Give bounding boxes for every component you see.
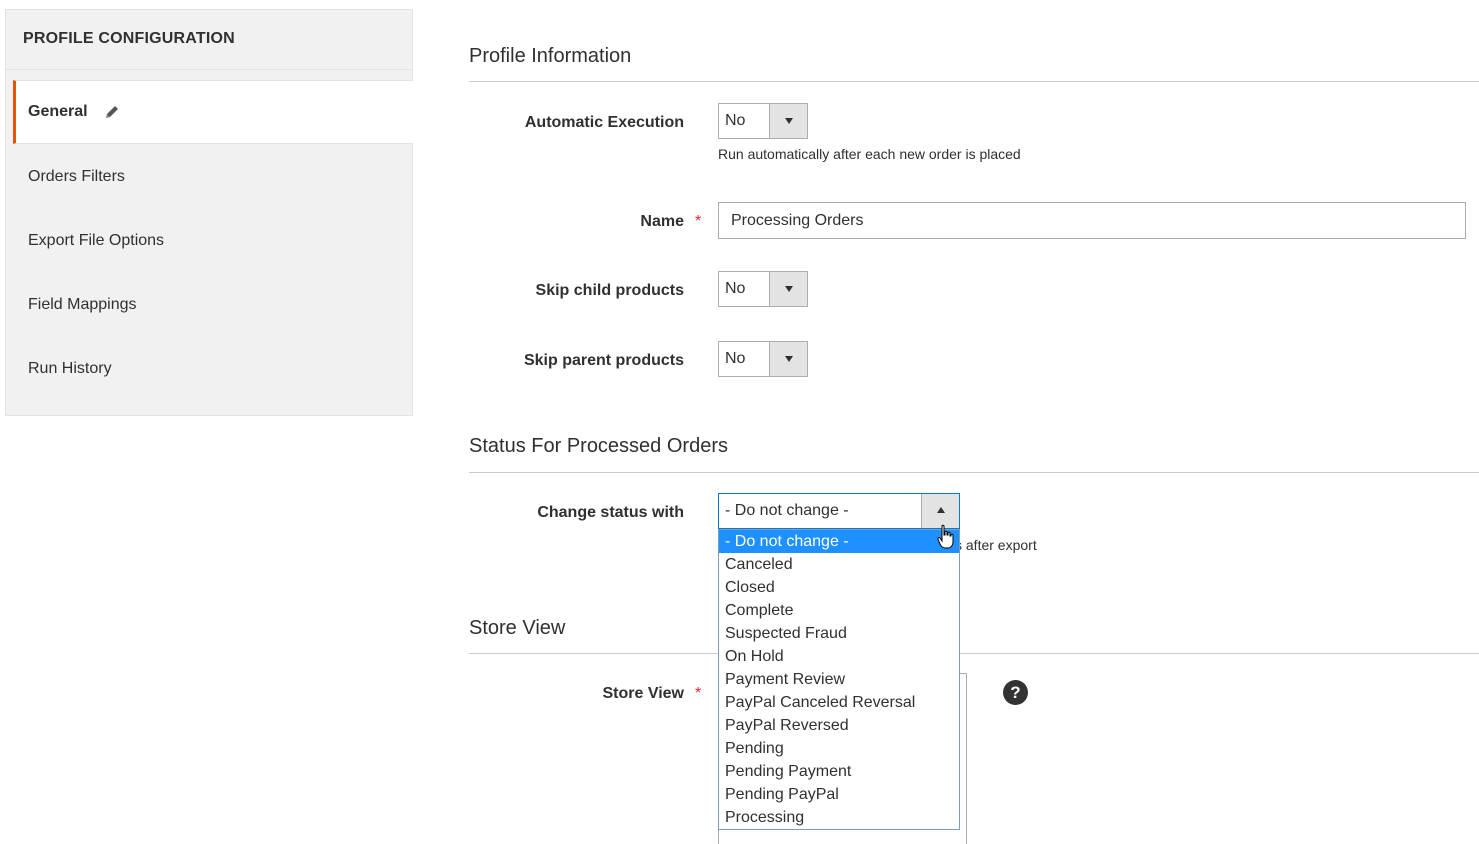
- dropdown-option[interactable]: On Hold: [719, 645, 959, 668]
- sidebar-item-orders-filters[interactable]: Orders Filters: [13, 145, 412, 209]
- dropdown-option[interactable]: Processing: [719, 806, 959, 829]
- select-arrow-button[interactable]: [921, 494, 959, 528]
- select-value: No: [725, 112, 746, 129]
- select-arrow-button[interactable]: [769, 342, 807, 376]
- dropdown-option[interactable]: PayPal Reversed: [719, 714, 959, 737]
- select-value: No: [725, 350, 746, 367]
- help-icon[interactable]: ?: [1003, 680, 1028, 705]
- sidebar-item-export-file-options[interactable]: Export File Options: [13, 209, 412, 273]
- dropdown-option[interactable]: Complete: [719, 599, 959, 622]
- section-divider: [469, 472, 1479, 473]
- change-status-dropdown: - Do not change - Canceled Closed Comple…: [718, 529, 960, 830]
- chevron-up-icon: [937, 507, 945, 513]
- skip-child-products-label: Skip child products: [535, 282, 684, 299]
- automatic-execution-select[interactable]: No: [718, 103, 808, 139]
- automatic-execution-note: Run automatically after each new order i…: [718, 146, 1021, 162]
- sidebar-item-general[interactable]: General: [13, 80, 413, 144]
- select-arrow-button[interactable]: [769, 104, 807, 138]
- section-title-status: Status For Processed Orders: [469, 435, 728, 457]
- dropdown-option[interactable]: Suspected Fraud: [719, 622, 959, 645]
- chevron-down-icon: [785, 286, 793, 292]
- select-value: No: [725, 280, 746, 297]
- sidebar-item-label: Orders Filters: [28, 168, 125, 185]
- section-divider: [469, 81, 1479, 82]
- change-status-note: s after export: [955, 537, 1037, 553]
- dropdown-option[interactable]: Pending Payment: [719, 760, 959, 783]
- dropdown-option[interactable]: Pending PayPal: [719, 783, 959, 806]
- dropdown-option[interactable]: - Do not change -: [719, 530, 959, 553]
- change-status-label: Change status with: [537, 504, 684, 521]
- sidebar-item-field-mappings[interactable]: Field Mappings: [13, 273, 412, 337]
- hand-cursor-icon: [937, 524, 954, 549]
- chevron-down-icon: [785, 118, 793, 124]
- sidebar-item-label: Export File Options: [28, 232, 165, 249]
- name-input[interactable]: [718, 202, 1466, 239]
- skip-parent-products-select[interactable]: No: [718, 341, 808, 377]
- automatic-execution-label: Automatic Execution: [524, 114, 684, 131]
- required-mark: *: [695, 213, 702, 230]
- sidebar-item-label: Field Mappings: [28, 296, 137, 313]
- sidebar-item-label: Run History: [28, 360, 112, 377]
- sidebar-title: PROFILE CONFIGURATION: [6, 10, 412, 70]
- pencil-icon: [105, 106, 118, 118]
- skip-parent-products-label: Skip parent products: [523, 352, 684, 369]
- dropdown-option[interactable]: Canceled: [719, 553, 959, 576]
- sidebar-item-run-history[interactable]: Run History: [13, 337, 412, 401]
- section-divider: [469, 653, 1479, 654]
- section-title-store-view: Store View: [469, 617, 566, 639]
- dropdown-option[interactable]: Payment Review: [719, 668, 959, 691]
- skip-child-products-select[interactable]: No: [718, 271, 808, 307]
- section-title-profile: Profile Information: [469, 45, 632, 67]
- dropdown-option[interactable]: Pending: [719, 737, 959, 760]
- required-mark: *: [695, 685, 702, 702]
- select-arrow-button[interactable]: [769, 272, 807, 306]
- chevron-down-icon: [785, 356, 793, 362]
- store-view-label: Store View: [602, 685, 684, 702]
- select-value: - Do not change -: [725, 502, 849, 519]
- dropdown-option[interactable]: PayPal Canceled Reversal: [719, 691, 959, 714]
- dropdown-option[interactable]: Closed: [719, 576, 959, 599]
- sidebar-item-label: General: [28, 103, 88, 120]
- change-status-select[interactable]: - Do not change -: [718, 493, 960, 529]
- name-label: Name: [640, 213, 684, 230]
